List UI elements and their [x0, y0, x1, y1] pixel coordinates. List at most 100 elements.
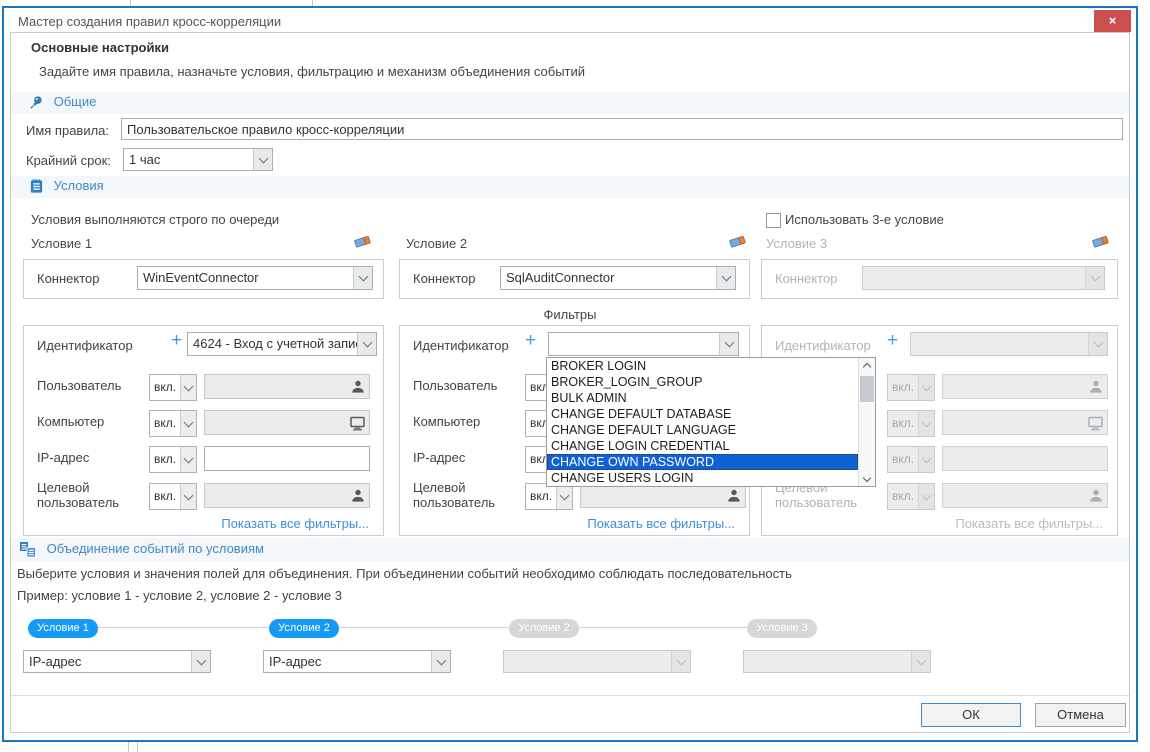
chevron-down-icon — [353, 267, 372, 289]
mode-select[interactable]: вкл. — [149, 483, 197, 510]
chevron-down-icon — [431, 651, 450, 672]
dropdown-item[interactable]: CHANGE DEFAULT LANGUAGE — [547, 422, 858, 438]
merge-description: Выберите условия и значения полей для об… — [17, 566, 792, 581]
add-identifier-icon[interactable]: + — [887, 330, 898, 352]
condition2-connector-select[interactable]: SqlAuditConnector — [500, 266, 736, 290]
condition2-title: Условие 2 — [406, 236, 467, 251]
dropdown-item[interactable]: CHANGE DEFAULT DATABASE — [547, 406, 858, 422]
merge-pill-1[interactable]: Условие 1 — [28, 619, 98, 638]
merge-example: Пример: условие 1 - условие 2, условие 2… — [17, 588, 342, 603]
person-icon — [1088, 488, 1104, 506]
background-window-edge — [137, 742, 138, 752]
sequence-note: Условия выполняются строго по очереди — [31, 212, 279, 227]
dropdown-item[interactable]: BROKER LOGIN — [547, 358, 858, 374]
merge-field-select-4 — [743, 650, 931, 673]
titlebar[interactable]: Мастер создания правил кросс-корреляции … — [4, 8, 1136, 34]
chevron-down-icon — [191, 651, 210, 672]
dropdown-item[interactable]: BROKER_LOGIN_GROUP — [547, 374, 858, 390]
add-identifier-icon[interactable]: + — [171, 330, 182, 352]
ip-address-input[interactable] — [204, 446, 370, 471]
dropdown-item[interactable]: CHANGE USERS LOGIN — [547, 470, 858, 486]
chevron-down-icon — [918, 375, 934, 400]
chevron-down-icon — [1088, 333, 1107, 355]
condition1-identifier-select[interactable]: 4624 - Вход с учетной запись — [187, 332, 377, 356]
computer-icon — [1087, 415, 1104, 434]
close-button[interactable]: × — [1094, 10, 1131, 32]
chevron-down-icon — [180, 484, 196, 509]
dropdown-scrollbar[interactable] — [858, 358, 875, 486]
deadline-label: Крайний срок: — [26, 153, 111, 168]
eraser-icon[interactable] — [353, 233, 373, 252]
condition3-title: Условие 3 — [766, 236, 827, 251]
use-third-condition-label: Использовать 3-е условие — [785, 212, 944, 227]
dropdown-item[interactable]: CHANGE LOGIN CREDENTIAL — [547, 438, 858, 454]
filter-row-ip: IP-адрес вкл. — [24, 446, 383, 472]
identifier-dropdown: BROKER LOGINBROKER_LOGIN_GROUPBULK ADMIN… — [546, 357, 876, 487]
dropdown-item[interactable]: BULK ADMIN — [547, 390, 858, 406]
merge-pill-3: Условие 2 — [509, 619, 579, 638]
scroll-up-icon[interactable] — [859, 358, 875, 372]
filters-label: Фильтры — [11, 307, 1129, 322]
condition1-connector-box: Коннектор WinEventConnector — [23, 259, 384, 299]
add-identifier-icon[interactable]: + — [525, 330, 536, 352]
mode-select[interactable]: вкл. — [149, 374, 197, 401]
dropdown-item[interactable]: CHANGE OWN PASSWORD — [547, 454, 858, 470]
mode-select[interactable]: вкл. — [149, 446, 197, 473]
chevron-down-icon — [180, 411, 196, 436]
chevron-down-icon — [716, 267, 735, 289]
filter-row-computer: Компьютер вкл. — [24, 410, 383, 436]
desktop-background: Мастер создания правил кросс-корреляции … — [0, 0, 1150, 752]
chevron-down-icon — [180, 447, 196, 472]
merge-field-select-2[interactable]: IP-адрес — [263, 650, 451, 673]
person-icon — [1088, 379, 1104, 397]
pill-connector-line — [98, 627, 269, 628]
eraser-icon[interactable] — [1091, 233, 1111, 252]
chevron-down-icon — [911, 651, 930, 672]
computer-icon[interactable] — [349, 415, 366, 434]
deadline-value: 1 час — [124, 149, 253, 170]
section-conditions: Условия — [11, 176, 1129, 198]
chevron-down-icon — [671, 651, 690, 672]
merge-field-select-1[interactable]: IP-адрес — [23, 650, 211, 673]
eraser-icon[interactable] — [728, 233, 748, 252]
pill-connector-line — [339, 627, 509, 628]
target-user-field — [204, 483, 370, 508]
page-subtitle: Задайте имя правила, назначьте условия, … — [39, 64, 585, 79]
show-all-filters-link[interactable]: Показать все фильтры... — [587, 516, 735, 531]
chevron-down-icon — [918, 484, 934, 509]
merge-pill-4: Условие 3 — [747, 619, 817, 638]
ok-button[interactable]: ОК — [921, 703, 1021, 727]
chevron-down-icon — [556, 484, 572, 509]
computer-field — [204, 410, 370, 435]
ip-address-field — [942, 446, 1108, 471]
person-icon[interactable] — [350, 488, 366, 506]
background-window-edge — [128, 742, 129, 752]
computer-field — [942, 410, 1108, 435]
condition2-identifier-select[interactable] — [548, 332, 739, 356]
show-all-filters-link[interactable]: Показать все фильтры... — [221, 516, 369, 531]
condition2-connector-box: Коннектор SqlAuditConnector — [399, 259, 750, 299]
use-third-condition-checkbox[interactable] — [766, 213, 781, 228]
cancel-button[interactable]: Отмена — [1035, 703, 1126, 727]
deadline-select[interactable]: 1 час — [123, 148, 273, 171]
rule-name-input[interactable] — [121, 118, 1123, 140]
identifier-label: Идентификатор — [413, 338, 509, 353]
merge-pill-2[interactable]: Условие 2 — [269, 619, 339, 638]
mode-select[interactable]: вкл. — [149, 410, 197, 437]
condition3-connector-select — [862, 266, 1105, 290]
footer-divider — [11, 695, 1129, 696]
pill-connector-line — [579, 627, 747, 628]
mode-select[interactable]: вкл. — [525, 483, 573, 510]
condition1-connector-select[interactable]: WinEventConnector — [137, 266, 373, 290]
condition3-identifier-select — [910, 332, 1108, 356]
identifier-label: Идентификатор — [37, 338, 133, 353]
chevron-down-icon — [1085, 267, 1104, 289]
connector-label: Коннектор — [775, 271, 838, 286]
filter-row-target-user: Целевой пользователь вкл. — [24, 483, 383, 509]
person-icon[interactable] — [726, 488, 742, 506]
chevron-down-icon — [180, 375, 196, 400]
chevron-down-icon — [719, 333, 738, 355]
scroll-down-icon[interactable] — [859, 472, 875, 486]
scrollbar-thumb[interactable] — [860, 376, 874, 402]
person-icon[interactable] — [350, 379, 366, 397]
